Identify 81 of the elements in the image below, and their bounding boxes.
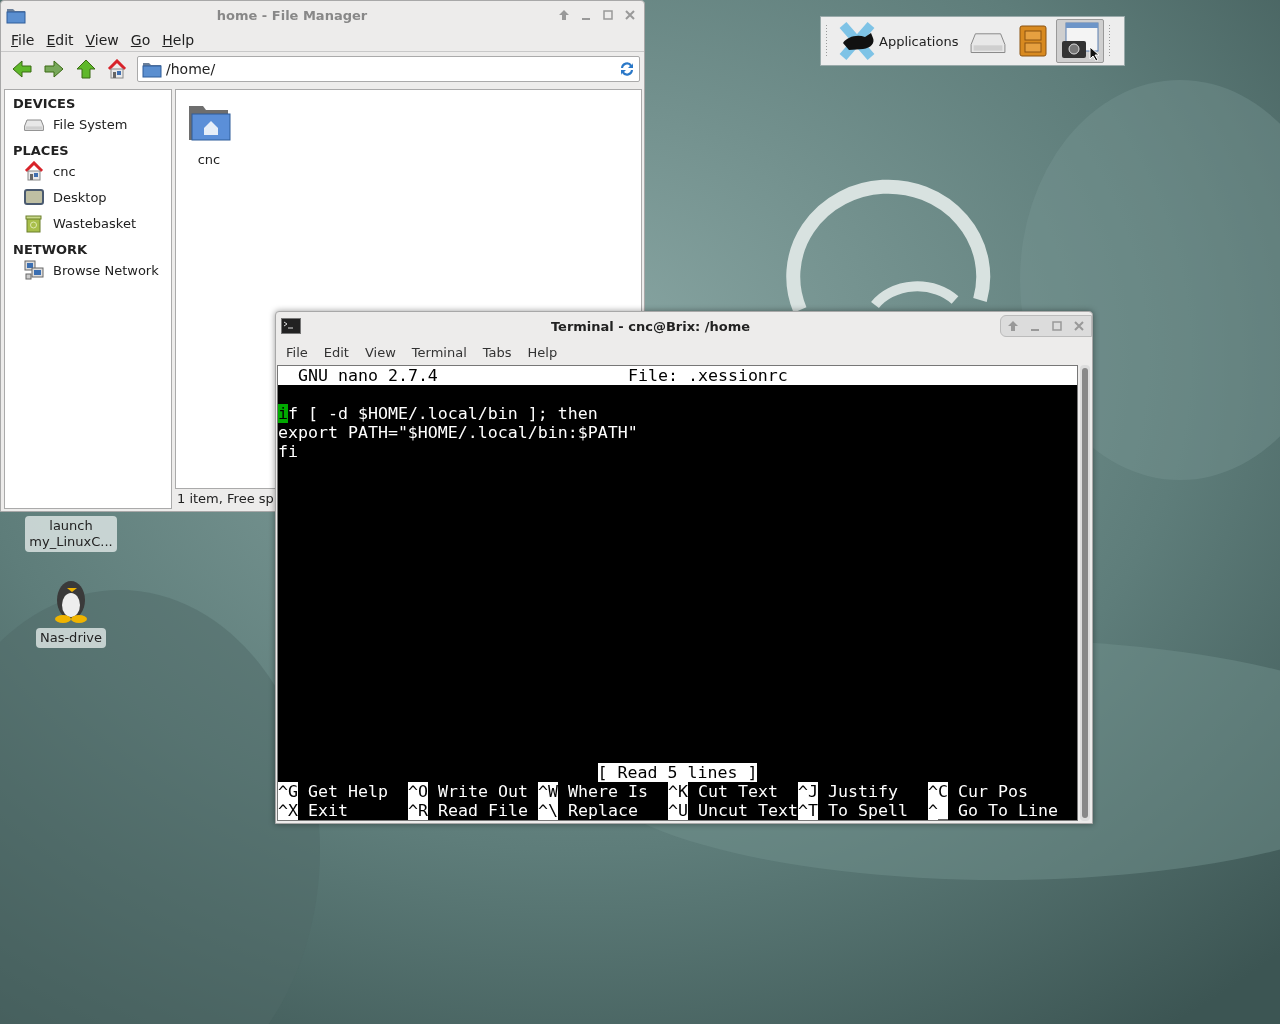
menu-item[interactable]: View — [85, 32, 119, 48]
shortcut-key: ^O — [408, 782, 428, 801]
shortcut-key: ^W — [538, 782, 558, 801]
status-text: 1 item, Free sp — [177, 491, 274, 506]
menu-item[interactable]: View — [364, 344, 396, 360]
raise-icon[interactable] — [558, 9, 570, 21]
shortcut-key: ^G — [278, 782, 298, 801]
menu-item[interactable]: Tabs — [482, 344, 512, 360]
menu-item[interactable]: Edit — [46, 32, 74, 48]
shortcut-label: To Spell — [828, 801, 908, 820]
shortcut-label: Replace — [568, 801, 638, 820]
shortcut-label: Get Help — [308, 782, 388, 801]
shortcut-label: Exit — [308, 801, 348, 820]
shortcut-label: Cur Pos — [958, 782, 1028, 801]
menu-item[interactable]: Edit — [323, 344, 349, 360]
shortcut-label: Go To Line — [958, 801, 1058, 820]
section-heading: DEVICES — [13, 96, 77, 111]
maximize-icon[interactable] — [1051, 320, 1063, 332]
shortcut-key: ^U — [668, 801, 688, 820]
shortcut-key: ^C — [928, 782, 948, 801]
cabinet-icon — [1018, 24, 1049, 58]
window-title: home - File Manager — [216, 7, 368, 23]
shortcut-label: Justify — [828, 782, 898, 801]
menu-item[interactable]: Help — [527, 344, 558, 360]
shortcut-key: ^K — [668, 782, 688, 801]
shortcut-key: ^T — [798, 801, 818, 820]
sidebar-item[interactable]: Wastebasket — [13, 210, 171, 236]
menu-item[interactable]: Help — [162, 32, 195, 48]
shortcut-label: Uncut Text — [698, 801, 798, 820]
back-icon[interactable] — [11, 58, 33, 80]
editor-version: GNU nano 2.7.4 — [298, 366, 439, 385]
menu-item[interactable]: File — [286, 344, 308, 360]
code-line: if [ -d $HOME/.local/bin ]; then — [278, 404, 599, 423]
sidebar-item[interactable]: Desktop — [13, 184, 171, 210]
close-icon[interactable] — [624, 9, 636, 21]
home-icon[interactable] — [107, 59, 127, 79]
shortcut-key: ^X — [278, 801, 298, 820]
screenshot-icon — [1060, 21, 1101, 61]
shortcut-key: ^R — [408, 801, 428, 820]
shortcut-label: Where Is — [568, 782, 648, 801]
code-line: fi — [278, 442, 299, 461]
section-heading: NETWORK — [13, 242, 89, 257]
section-heading: PLACES — [13, 143, 70, 158]
location-field[interactable]: /home/ — [137, 56, 640, 82]
folder-icon — [6, 6, 26, 24]
file-label[interactable]: cnc — [197, 152, 221, 167]
status-message: [ Read 5 lines ] — [597, 763, 758, 782]
shortcut-key: ^_ — [928, 801, 948, 820]
shortcut-label: Read File — [438, 801, 528, 820]
maximize-icon[interactable] — [602, 9, 614, 21]
window-title: Terminal - cnc@Brix: /home — [550, 318, 751, 334]
desktop-icon-label[interactable]: launch my_LinuxC... — [25, 516, 117, 552]
terminal-icon — [281, 318, 301, 334]
trash-icon — [24, 213, 44, 233]
shortcut-label: Cut Text — [698, 782, 778, 801]
menu-item[interactable]: Terminal — [411, 344, 467, 360]
sidebar-item[interactable]: Browse Network — [13, 257, 171, 283]
raise-icon[interactable] — [1007, 320, 1019, 332]
forward-icon[interactable] — [43, 58, 65, 80]
menu-item[interactable]: File — [11, 32, 35, 48]
shortcut-key: ^J — [798, 782, 818, 801]
sidebar-item[interactable]: File System — [13, 111, 171, 137]
menu-item[interactable]: Go — [130, 32, 151, 48]
shortcut-label: Write Out — [438, 782, 528, 801]
shortcut-key: ^\ — [538, 801, 558, 820]
code-line: export PATH="$HOME/.local/bin:$PATH" — [278, 423, 639, 442]
file-name: File: .xessionrc — [628, 366, 788, 385]
up-icon[interactable] — [75, 58, 97, 80]
desktop-icon — [24, 188, 44, 206]
mouse-logo-icon — [837, 21, 877, 61]
folder-icon — [142, 60, 162, 78]
network-icon — [24, 260, 44, 280]
desktop-icon-label[interactable]: Nas-drive — [35, 628, 107, 648]
sidebar-item[interactable]: cnc — [13, 158, 171, 184]
refresh-icon[interactable] — [619, 61, 635, 77]
panel-handle[interactable] — [825, 24, 829, 58]
house-icon — [24, 161, 44, 181]
applications-menu-button[interactable]: Applications — [833, 19, 963, 63]
location-text[interactable]: /home/ — [166, 61, 615, 77]
launcher-button[interactable] — [1056, 19, 1105, 63]
close-icon[interactable] — [1073, 320, 1085, 332]
